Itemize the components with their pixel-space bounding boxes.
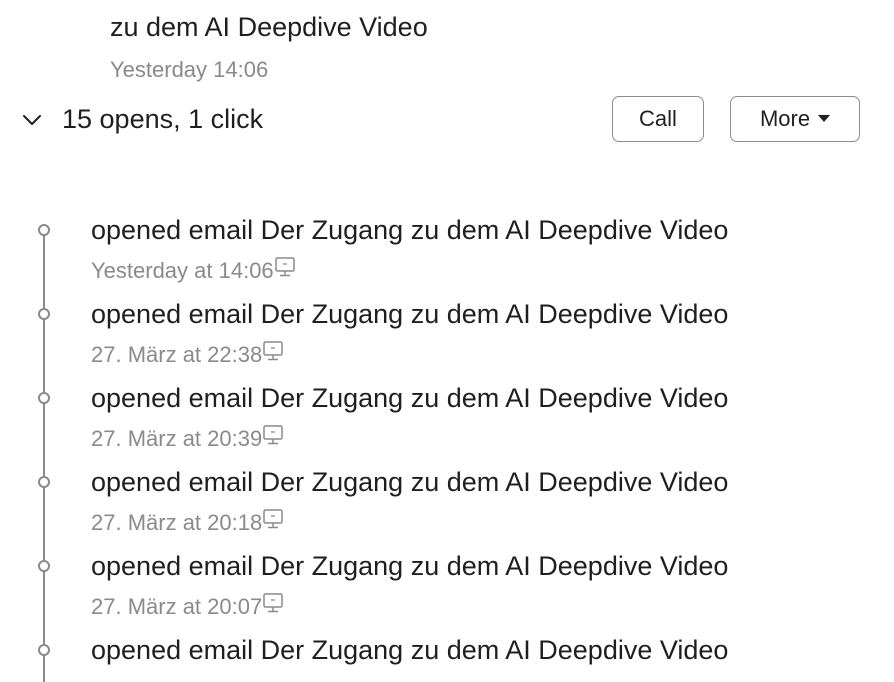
event-time: 27. März at 20:18 [91,510,263,535]
desktop-icon [262,424,284,446]
desktop-icon [262,508,284,530]
email-activity-panel: zu dem AI Deepdive Video Yesterday 14:06… [0,0,894,682]
timeline-dot [38,476,50,488]
event-title: opened email Der Zugang zu dem AI Deepdi… [91,635,729,665]
more-button-label: More [759,106,811,131]
timeline-event: opened email Der Zugang zu dem AI Deepdi… [0,546,894,630]
timeline-event: opened email Der Zugang zu dem AI Deepdi… [0,462,894,546]
email-subject: zu dem AI Deepdive Video [110,12,428,42]
event-title: opened email Der Zugang zu dem AI Deepdi… [91,299,729,329]
event-time: 27. März at 22:38 [91,342,263,367]
email-timestamp: Yesterday 14:06 [110,57,269,82]
activity-summary-row: 15 opens, 1 click Call More [0,96,894,144]
more-dropdown-button[interactable]: More [730,96,860,142]
chevron-down-icon[interactable] [20,108,44,132]
event-time: 27. März at 20:07 [91,594,263,619]
call-button[interactable]: Call [612,96,704,142]
event-meta: 27. März at 22:38 [91,341,284,369]
timeline-event: opened email Der Zugang zu dem AI Deepdi… [0,378,894,462]
call-button-label: Call [639,106,677,131]
timeline-event: opened email Der Zugang zu dem AI Deepdi… [0,294,894,378]
timeline-dot [38,224,50,236]
opens-clicks-summary[interactable]: 15 opens, 1 click [62,102,263,136]
timeline-event: opened email Der Zugang zu dem AI Deepdi… [0,630,894,682]
activity-timeline: opened email Der Zugang zu dem AI Deepdi… [0,210,894,682]
event-meta: 27. März at 20:39 [91,425,284,453]
timeline-event: opened email Der Zugang zu dem AI Deepdi… [0,210,894,294]
event-title: opened email Der Zugang zu dem AI Deepdi… [91,383,729,413]
timeline-dot [38,644,50,656]
desktop-icon [274,256,296,278]
event-time: Yesterday at 14:06 [91,258,274,283]
event-title: opened email Der Zugang zu dem AI Deepdi… [91,215,729,245]
timeline-dot [38,560,50,572]
event-meta: 27. März at 20:18 [91,509,284,537]
desktop-icon [262,592,284,614]
event-meta: Yesterday at 14:06 [91,257,296,285]
event-title: opened email Der Zugang zu dem AI Deepdi… [91,551,729,581]
desktop-icon [262,340,284,362]
event-title: opened email Der Zugang zu dem AI Deepdi… [91,467,729,497]
timeline-dot [38,392,50,404]
caret-down-icon [818,114,831,122]
event-time: 27. März at 20:39 [91,426,263,451]
event-meta: 27. März at 20:07 [91,593,284,621]
timeline-dot [38,308,50,320]
